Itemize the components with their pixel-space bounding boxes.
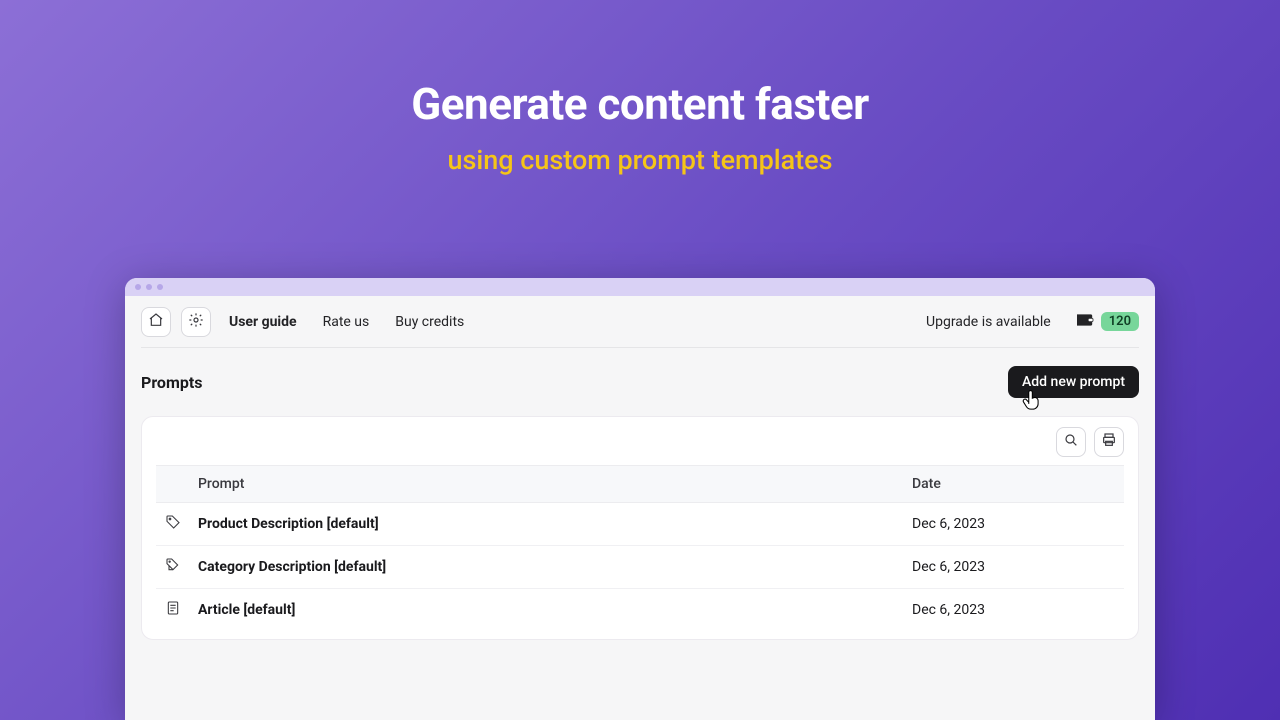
page-title: Prompts [141, 373, 202, 392]
nav-links: User guide Rate us Buy credits [229, 314, 464, 330]
table-row[interactable]: Product Description [default] Dec 6, 202… [156, 503, 1124, 546]
tags-icon [165, 561, 181, 577]
home-icon [148, 312, 164, 332]
search-icon [1063, 432, 1079, 452]
document-icon [165, 604, 181, 620]
hero-subtitle: using custom prompt templates [0, 144, 1280, 176]
search-button[interactable] [1056, 427, 1086, 457]
credits-badge: 120 [1101, 312, 1139, 331]
table-row[interactable]: Category Description [default] Dec 6, 20… [156, 546, 1124, 589]
gear-icon [188, 312, 204, 332]
column-prompt[interactable]: Prompt [190, 466, 904, 503]
print-button[interactable] [1094, 427, 1124, 457]
nav-rate-us[interactable]: Rate us [323, 314, 370, 330]
credits-counter[interactable]: 120 [1075, 312, 1139, 332]
upgrade-available[interactable]: Upgrade is available [926, 314, 1051, 330]
column-date[interactable]: Date [904, 466, 1124, 503]
prompts-card: Prompt Date Product Description [default… [141, 416, 1139, 640]
tag-icon [165, 518, 181, 534]
prompt-date: Dec 6, 2023 [904, 503, 1124, 546]
nav-buy-credits[interactable]: Buy credits [395, 314, 464, 330]
prompt-name: Category Description [default] [190, 546, 904, 589]
settings-button[interactable] [181, 307, 211, 337]
home-button[interactable] [141, 307, 171, 337]
top-toolbar: User guide Rate us Buy credits Upgrade i… [141, 296, 1139, 348]
printer-icon [1101, 432, 1117, 452]
window-titlebar [125, 278, 1155, 296]
table-row[interactable]: Article [default] Dec 6, 2023 [156, 589, 1124, 632]
prompts-table: Prompt Date Product Description [default… [156, 465, 1124, 631]
add-prompt-button[interactable]: Add new prompt [1008, 366, 1139, 398]
prompt-date: Dec 6, 2023 [904, 546, 1124, 589]
nav-user-guide[interactable]: User guide [229, 314, 297, 330]
prompt-date: Dec 6, 2023 [904, 589, 1124, 632]
prompt-name: Article [default] [190, 589, 904, 632]
wallet-icon [1075, 312, 1095, 332]
app-window: User guide Rate us Buy credits Upgrade i… [125, 278, 1155, 720]
hero-title: Generate content faster [0, 78, 1280, 130]
prompt-name: Product Description [default] [190, 503, 904, 546]
